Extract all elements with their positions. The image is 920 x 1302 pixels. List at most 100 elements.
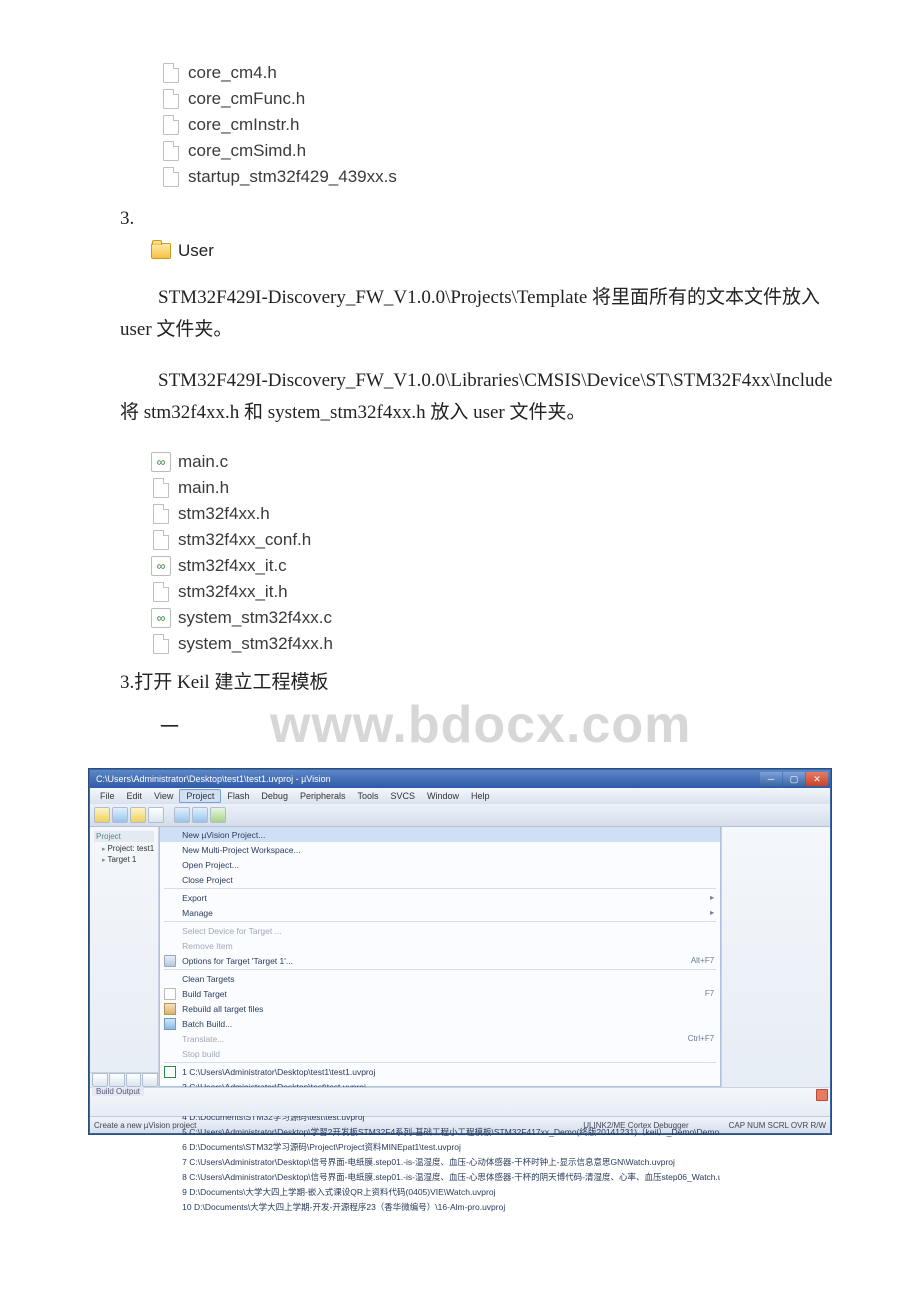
- menu-dropdown-item[interactable]: 7 C:\Users\Administrator\Desktop\信号界面-电纸…: [160, 1154, 720, 1169]
- menu-dropdown-item[interactable]: 9 D:\Documents\大学大四上学期-嵌入式课设QR上资料代码(0405…: [160, 1184, 720, 1199]
- menu-dropdown-item: Select Device for Target ...: [160, 923, 720, 938]
- menu-item-flash[interactable]: Flash: [221, 790, 255, 802]
- watermark-text: www.bdocx.com: [270, 695, 691, 755]
- file-icon: [160, 140, 182, 162]
- ide-project-panel: Project Project: test1 Target 1: [90, 827, 159, 1087]
- menu-item-window[interactable]: Window: [421, 790, 465, 802]
- file-icon: [150, 477, 172, 499]
- menu-dropdown-item[interactable]: 1 C:\Users\Administrator\Desktop\test1\t…: [160, 1064, 720, 1079]
- toolbar-button[interactable]: [148, 807, 164, 823]
- menu-dropdown-item[interactable]: Batch Build...: [160, 1016, 720, 1031]
- submenu-arrow-icon: ▸: [698, 908, 714, 917]
- toolbar-button[interactable]: [174, 807, 190, 823]
- c-file-icon: [150, 607, 172, 629]
- mi-check-icon: [164, 1066, 176, 1078]
- menu-dropdown-item[interactable]: 8 C:\Users\Administrator\Desktop\信号界面-电纸…: [160, 1169, 720, 1184]
- file-name-label: stm32f4xx_it.c: [178, 556, 287, 576]
- user-folder-label: User: [178, 241, 214, 261]
- menu-separator: [164, 969, 716, 970]
- file-icon: [160, 62, 182, 84]
- file-row: stm32f4xx_conf.h: [150, 527, 920, 553]
- ide-title-bar: C:\Users\Administrator\Desktop\test1\tes…: [90, 770, 830, 788]
- menu-item-label: Clean Targets: [182, 974, 234, 984]
- menu-dropdown-item[interactable]: 5 C:\Users\Administrator\Desktop\学習2开发板S…: [160, 1124, 720, 1139]
- window-maximize-button[interactable]: ▢: [783, 772, 805, 786]
- left-tab-books[interactable]: [109, 1073, 125, 1087]
- file-name-label: core_cmInstr.h: [188, 115, 300, 135]
- toolbar-button[interactable]: [192, 807, 208, 823]
- file-icon: [150, 503, 172, 525]
- build-output-panel: Build Output: [90, 1087, 830, 1116]
- ide-right-panel: [721, 827, 830, 1087]
- file-name-label: core_cm4.h: [188, 63, 277, 83]
- ide-toolbar: [90, 804, 830, 827]
- menu-item-label: 1 C:\Users\Administrator\Desktop\test1\t…: [182, 1067, 375, 1077]
- toolbar-button[interactable]: [94, 807, 110, 823]
- mi-rebuild-icon: [164, 1003, 176, 1015]
- left-panel-tabs: [90, 1072, 158, 1087]
- menu-item-peripherals[interactable]: Peripherals: [294, 790, 352, 802]
- menu-dropdown-item[interactable]: Build Target F7: [160, 986, 720, 1001]
- user-folder-row: User: [150, 238, 920, 264]
- ide-window-title: C:\Users\Administrator\Desktop\test1\tes…: [96, 774, 331, 784]
- menu-dropdown-item[interactable]: Manage ▸: [160, 905, 720, 920]
- file-row: main.c: [150, 449, 920, 475]
- menu-item-file[interactable]: File: [94, 790, 121, 802]
- window-minimize-button[interactable]: ─: [760, 772, 782, 786]
- menu-dropdown-item[interactable]: Options for Target 'Target 1'... Alt+F7: [160, 953, 720, 968]
- project-panel-header: Project: [94, 831, 154, 842]
- menu-item-view[interactable]: View: [148, 790, 179, 802]
- menu-item-label: Translate...: [182, 1034, 224, 1044]
- left-tab-project[interactable]: [92, 1073, 108, 1087]
- menu-item-project[interactable]: Project: [179, 789, 221, 803]
- tree-node[interactable]: Project: test1: [94, 844, 154, 853]
- menu-item-label: Select Device for Target ...: [182, 926, 282, 936]
- menu-dropdown-item[interactable]: Export ▸: [160, 890, 720, 905]
- menu-dropdown-item[interactable]: 10 D:\Documents\大学大四上学期-开发-开源程序23（香华微编号）…: [160, 1199, 720, 1214]
- menu-item-label: Batch Build...: [182, 1019, 232, 1029]
- file-row: startup_stm32f429_439xx.s: [160, 164, 920, 190]
- menu-dropdown-item[interactable]: Clean Targets: [160, 971, 720, 986]
- toolbar-button[interactable]: [130, 807, 146, 823]
- menu-separator: [164, 1062, 716, 1063]
- menu-item-label: Options for Target 'Target 1'...: [182, 956, 293, 966]
- window-close-button[interactable]: ✕: [806, 772, 828, 786]
- tree-node[interactable]: Target 1: [94, 855, 154, 864]
- file-icon: [150, 529, 172, 551]
- c-file-icon: [150, 451, 172, 473]
- menu-dropdown-item[interactable]: New Multi-Project Workspace...: [160, 842, 720, 857]
- menu-item-label: Build Target: [182, 989, 227, 999]
- menu-item-label: Export: [182, 893, 207, 903]
- menu-item-help[interactable]: Help: [465, 790, 496, 802]
- menu-dropdown-item[interactable]: 6 D:\Documents\STM32学习源码\Project\Project…: [160, 1139, 720, 1154]
- build-output-close-button[interactable]: [816, 1089, 828, 1101]
- menu-item-label: Manage: [182, 908, 213, 918]
- paragraph-include-path: STM32F429I-Discovery_FW_V1.0.0\Libraries…: [120, 365, 850, 430]
- left-tab-func[interactable]: [126, 1073, 142, 1087]
- ide-menu-bar: FileEditViewProjectFlashDebugPeripherals…: [90, 788, 830, 804]
- cmsis-file-list: core_cm4.h core_cmFunc.h core_cmInstr.hcor…: [160, 60, 920, 190]
- file-row: core_cm4.h: [160, 60, 920, 86]
- menu-item-debug[interactable]: Debug: [255, 790, 294, 802]
- menu-item-tools[interactable]: Tools: [351, 790, 384, 802]
- file-name-label: stm32f4xx_conf.h: [178, 530, 311, 550]
- file-name-label: core_cmFunc.h: [188, 89, 305, 109]
- toolbar-button[interactable]: [210, 807, 226, 823]
- menu-dropdown-item[interactable]: Rebuild all target files: [160, 1001, 720, 1016]
- file-row: core_cmFunc.h: [160, 86, 920, 112]
- menu-item-svcs[interactable]: SVCS: [385, 790, 422, 802]
- keil-ide-screenshot: C:\Users\Administrator\Desktop\test1\tes…: [89, 769, 831, 1134]
- menu-dropdown-item[interactable]: Open Project...: [160, 857, 720, 872]
- submenu-arrow-icon: ▸: [698, 893, 714, 902]
- file-icon: [150, 581, 172, 603]
- menu-dropdown-item[interactable]: Close Project: [160, 872, 720, 887]
- status-right: CAP NUM SCRL OVR R/W: [729, 1121, 826, 1130]
- file-name-label: core_cmSimd.h: [188, 141, 306, 161]
- menu-item-shortcut: Alt+F7: [679, 956, 714, 965]
- file-name-label: stm32f4xx.h: [178, 504, 270, 524]
- left-tab-temp[interactable]: [142, 1073, 158, 1087]
- toolbar-button[interactable]: [112, 807, 128, 823]
- menu-dropdown-item[interactable]: New µVision Project...: [160, 827, 720, 842]
- menu-item-edit[interactable]: Edit: [121, 790, 149, 802]
- menu-item-shortcut: F7: [693, 989, 714, 998]
